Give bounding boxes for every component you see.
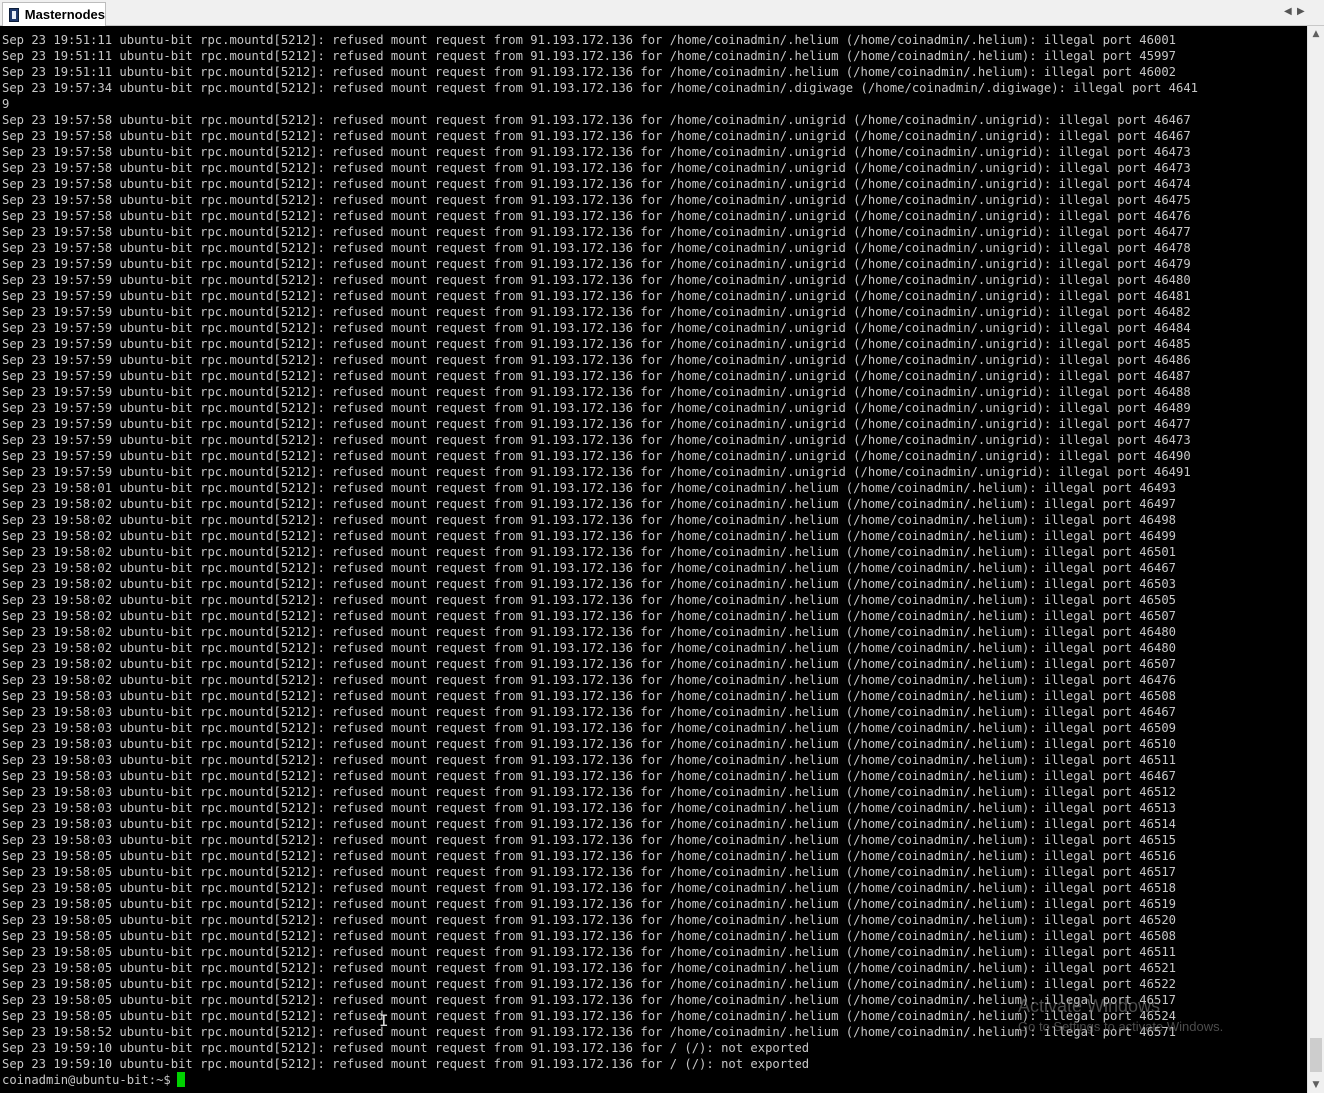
terminal-line: Sep 23 19:51:11 ubuntu-bit rpc.mountd[52…	[2, 49, 1176, 63]
terminal-line: Sep 23 19:58:02 ubuntu-bit rpc.mountd[52…	[2, 673, 1176, 687]
terminal-line: Sep 23 19:57:59 ubuntu-bit rpc.mountd[52…	[2, 385, 1191, 399]
terminal-line: Sep 23 19:57:58 ubuntu-bit rpc.mountd[52…	[2, 161, 1191, 175]
tab-masternodes[interactable]: Masternodes	[2, 2, 106, 26]
terminal-line: Sep 23 19:58:02 ubuntu-bit rpc.mountd[52…	[2, 593, 1176, 607]
scroll-up-arrow-icon[interactable]: ▲	[1308, 26, 1324, 42]
terminal-line: 9	[2, 97, 10, 111]
terminal-line: Sep 23 19:57:59 ubuntu-bit rpc.mountd[52…	[2, 321, 1191, 335]
shell-prompt: coinadmin@ubuntu-bit:~$	[2, 1073, 171, 1087]
terminal-line: Sep 23 19:58:02 ubuntu-bit rpc.mountd[52…	[2, 513, 1176, 527]
terminal-line: Sep 23 19:57:58 ubuntu-bit rpc.mountd[52…	[2, 129, 1191, 143]
terminal-line: Sep 23 19:59:10 ubuntu-bit rpc.mountd[52…	[2, 1041, 810, 1055]
terminal-line: Sep 23 19:58:52 ubuntu-bit rpc.mountd[52…	[2, 1025, 1176, 1039]
terminal-line: Sep 23 19:58:01 ubuntu-bit rpc.mountd[52…	[2, 481, 1176, 495]
terminal-line: Sep 23 19:58:02 ubuntu-bit rpc.mountd[52…	[2, 625, 1176, 639]
terminal-line: Sep 23 19:58:03 ubuntu-bit rpc.mountd[52…	[2, 753, 1176, 767]
terminal-line: Sep 23 19:58:03 ubuntu-bit rpc.mountd[52…	[2, 817, 1176, 831]
terminal-line: Sep 23 19:57:58 ubuntu-bit rpc.mountd[52…	[2, 241, 1191, 255]
terminal-line: Sep 23 19:57:58 ubuntu-bit rpc.mountd[52…	[2, 113, 1191, 127]
tab-label: Masternodes	[24, 7, 105, 22]
terminal-prompt-line[interactable]: coinadmin@ubuntu-bit:~$	[2, 1072, 1307, 1088]
terminal-line: Sep 23 19:57:58 ubuntu-bit rpc.mountd[52…	[2, 209, 1191, 223]
terminal-line: Sep 23 19:58:03 ubuntu-bit rpc.mountd[52…	[2, 689, 1176, 703]
vertical-scrollbar[interactable]: ▲ ▼	[1307, 26, 1324, 1093]
terminal-line: Sep 23 19:58:05 ubuntu-bit rpc.mountd[52…	[2, 945, 1176, 959]
scroll-down-arrow-icon[interactable]: ▼	[1308, 1077, 1324, 1093]
terminal-line: Sep 23 19:57:59 ubuntu-bit rpc.mountd[52…	[2, 417, 1191, 431]
terminal-line: Sep 23 19:58:05 ubuntu-bit rpc.mountd[52…	[2, 993, 1176, 1007]
terminal-line: Sep 23 19:58:03 ubuntu-bit rpc.mountd[52…	[2, 737, 1176, 751]
terminal-line: Sep 23 19:57:59 ubuntu-bit rpc.mountd[52…	[2, 449, 1191, 463]
terminal-line: Sep 23 19:58:02 ubuntu-bit rpc.mountd[52…	[2, 657, 1176, 671]
terminal-line: Sep 23 19:58:05 ubuntu-bit rpc.mountd[52…	[2, 977, 1176, 991]
terminal-line: Sep 23 19:58:05 ubuntu-bit rpc.mountd[52…	[2, 881, 1176, 895]
terminal-line: Sep 23 19:57:59 ubuntu-bit rpc.mountd[52…	[2, 353, 1191, 367]
terminal-line: Sep 23 19:57:34 ubuntu-bit rpc.mountd[52…	[2, 81, 1199, 95]
terminal-line: Sep 23 19:58:05 ubuntu-bit rpc.mountd[52…	[2, 913, 1176, 927]
terminal-line: Sep 23 19:51:11 ubuntu-bit rpc.mountd[52…	[2, 33, 1176, 47]
terminal-line: Sep 23 19:57:59 ubuntu-bit rpc.mountd[52…	[2, 257, 1191, 271]
terminal-line: Sep 23 19:51:11 ubuntu-bit rpc.mountd[52…	[2, 65, 1176, 79]
terminal-line: Sep 23 19:57:59 ubuntu-bit rpc.mountd[52…	[2, 337, 1191, 351]
terminal-line: Sep 23 19:58:05 ubuntu-bit rpc.mountd[52…	[2, 865, 1176, 879]
terminal-line: Sep 23 19:57:59 ubuntu-bit rpc.mountd[52…	[2, 289, 1191, 303]
terminal-line: Sep 23 19:57:59 ubuntu-bit rpc.mountd[52…	[2, 401, 1191, 415]
terminal-line: Sep 23 19:57:58 ubuntu-bit rpc.mountd[52…	[2, 193, 1191, 207]
terminal-line: Sep 23 19:58:02 ubuntu-bit rpc.mountd[52…	[2, 497, 1176, 511]
text-cursor-block	[176, 1072, 185, 1087]
terminal-line: Sep 23 19:58:02 ubuntu-bit rpc.mountd[52…	[2, 577, 1176, 591]
terminal-line: Sep 23 19:58:05 ubuntu-bit rpc.mountd[52…	[2, 1009, 1176, 1023]
terminal-line: Sep 23 19:58:02 ubuntu-bit rpc.mountd[52…	[2, 609, 1176, 623]
terminal-line: Sep 23 19:57:59 ubuntu-bit rpc.mountd[52…	[2, 369, 1191, 383]
terminal-line: Sep 23 19:58:05 ubuntu-bit rpc.mountd[52…	[2, 929, 1176, 943]
terminal-line: Sep 23 19:57:59 ubuntu-bit rpc.mountd[52…	[2, 305, 1191, 319]
terminal-line: Sep 23 19:58:03 ubuntu-bit rpc.mountd[52…	[2, 769, 1176, 783]
terminal-lines: Sep 23 19:51:11 ubuntu-bit rpc.mountd[52…	[0, 26, 1307, 1088]
chevron-left-icon[interactable]: ◀	[1284, 6, 1292, 17]
terminal-line: Sep 23 19:58:03 ubuntu-bit rpc.mountd[52…	[2, 705, 1176, 719]
terminal-line: Sep 23 19:57:59 ubuntu-bit rpc.mountd[52…	[2, 465, 1191, 479]
terminal-line: Sep 23 19:58:03 ubuntu-bit rpc.mountd[52…	[2, 801, 1176, 815]
terminal-line: Sep 23 19:57:59 ubuntu-bit rpc.mountd[52…	[2, 273, 1191, 287]
chevron-right-icon[interactable]: ▶	[1297, 6, 1305, 17]
terminal-line: Sep 23 19:58:02 ubuntu-bit rpc.mountd[52…	[2, 641, 1176, 655]
terminal-line: Sep 23 19:58:05 ubuntu-bit rpc.mountd[52…	[2, 961, 1176, 975]
terminal-output[interactable]: Sep 23 19:51:11 ubuntu-bit rpc.mountd[52…	[0, 26, 1307, 1093]
terminal-app-icon	[9, 7, 19, 22]
terminal-line: Sep 23 19:58:02 ubuntu-bit rpc.mountd[52…	[2, 545, 1176, 559]
terminal-line: Sep 23 19:58:03 ubuntu-bit rpc.mountd[52…	[2, 721, 1176, 735]
terminal-line: Sep 23 19:58:02 ubuntu-bit rpc.mountd[52…	[2, 529, 1176, 543]
terminal-line: Sep 23 19:58:02 ubuntu-bit rpc.mountd[52…	[2, 561, 1176, 575]
terminal-line: Sep 23 19:57:59 ubuntu-bit rpc.mountd[52…	[2, 433, 1191, 447]
terminal-line: Sep 23 19:58:05 ubuntu-bit rpc.mountd[52…	[2, 897, 1176, 911]
terminal-line: Sep 23 19:58:03 ubuntu-bit rpc.mountd[52…	[2, 785, 1176, 799]
terminal-line: Sep 23 19:58:03 ubuntu-bit rpc.mountd[52…	[2, 833, 1176, 847]
scrollbar-thumb[interactable]	[1310, 1038, 1322, 1072]
terminal-line: Sep 23 19:57:58 ubuntu-bit rpc.mountd[52…	[2, 145, 1191, 159]
tab-bar: Masternodes ◀ ▶	[0, 0, 1324, 26]
terminal-line: Sep 23 19:57:58 ubuntu-bit rpc.mountd[52…	[2, 225, 1191, 239]
terminal-line: Sep 23 19:59:10 ubuntu-bit rpc.mountd[52…	[2, 1057, 810, 1071]
terminal-line: Sep 23 19:57:58 ubuntu-bit rpc.mountd[52…	[2, 177, 1191, 191]
terminal-line: Sep 23 19:58:05 ubuntu-bit rpc.mountd[52…	[2, 849, 1176, 863]
